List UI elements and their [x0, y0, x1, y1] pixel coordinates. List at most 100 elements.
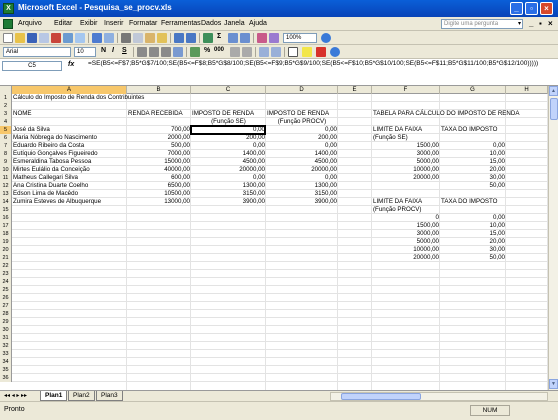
row-header[interactable]: 10 — [0, 166, 12, 174]
row-header[interactable]: 2 — [0, 102, 12, 110]
cell-b14[interactable]: 13000,00 — [127, 198, 191, 206]
cell-a8[interactable]: Eutíquio Gonçalves Figueiredo — [12, 150, 127, 158]
formula-input[interactable]: =SE(B5<=F$7;B5*G$7/100;SE(B5<=F$8;B5*G$8… — [88, 60, 556, 68]
menu-inserir[interactable]: Inserir — [104, 20, 123, 27]
drawing-icon[interactable] — [269, 33, 279, 43]
menu-janela[interactable]: Janela — [224, 20, 245, 27]
row-header[interactable]: 23 — [0, 270, 12, 278]
cell-g16[interactable]: 0,00 — [440, 214, 506, 222]
row-header[interactable]: 5 — [0, 126, 12, 134]
cell-g12[interactable]: 50,00 — [440, 182, 506, 190]
row-header[interactable]: 19 — [0, 238, 12, 246]
row-header[interactable]: 25 — [0, 286, 12, 294]
spelling-icon[interactable] — [92, 33, 102, 43]
increase-decimal-icon[interactable] — [230, 47, 240, 57]
row-header[interactable]: 18 — [0, 230, 12, 238]
cell-a10[interactable]: Mirtes Eulálio da Conceição — [12, 166, 127, 174]
row-header[interactable]: 31 — [0, 334, 12, 342]
cell-f21[interactable]: 20000,00 — [372, 254, 440, 262]
row-header[interactable]: 27 — [0, 302, 12, 310]
column-header-f[interactable]: F — [372, 86, 440, 94]
row-header[interactable]: 8 — [0, 150, 12, 158]
open-icon[interactable] — [15, 33, 25, 43]
percent-icon[interactable]: % — [204, 47, 210, 54]
cell-f14[interactable]: LIMITE DA FAIXA — [372, 198, 440, 206]
cell-f11[interactable]: 20000,00 — [372, 174, 440, 182]
row-header[interactable]: 11 — [0, 174, 12, 182]
cell-a3[interactable]: NOME — [12, 110, 127, 118]
zoom-select[interactable]: 100% — [283, 33, 317, 43]
print-icon[interactable] — [63, 33, 73, 43]
row-header[interactable]: 12 — [0, 182, 12, 190]
column-header-g[interactable]: G — [440, 86, 506, 94]
cell-f16[interactable]: 0 — [372, 214, 440, 222]
cell-c7[interactable]: 0,00 — [191, 142, 266, 150]
cell-g19[interactable]: 20,00 — [440, 238, 506, 246]
vertical-scroll-thumb[interactable] — [550, 98, 558, 120]
hyperlink-icon[interactable] — [203, 33, 213, 43]
underline-button[interactable]: S — [122, 47, 127, 54]
column-header-h[interactable]: H — [506, 86, 548, 94]
cell-d7[interactable]: 0,00 — [266, 142, 338, 150]
cell-c14[interactable]: 3900,00 — [191, 198, 266, 206]
undo-icon[interactable] — [174, 33, 184, 43]
column-header-e[interactable]: E — [338, 86, 372, 94]
cell-g5[interactable]: TAXA DO IMPOSTO — [440, 126, 506, 134]
scroll-up-icon[interactable]: ▲ — [549, 86, 558, 96]
chart-wizard-icon[interactable] — [257, 33, 267, 43]
cell-b8[interactable]: 7000,00 — [127, 150, 191, 158]
align-left-icon[interactable] — [137, 47, 147, 57]
borders-icon[interactable] — [288, 47, 298, 57]
row-header[interactable]: 36 — [0, 374, 12, 382]
sort-descending-icon[interactable] — [240, 33, 250, 43]
column-header-b[interactable]: B — [127, 86, 191, 94]
cell-f3[interactable]: TABELA PARA CÁLCULO DO IMPOSTO DE RENDA — [372, 110, 519, 118]
cell-b3[interactable]: RENDA RECEBIDA — [127, 110, 191, 118]
fill-color-icon[interactable] — [302, 47, 312, 57]
copy-icon[interactable] — [133, 33, 143, 43]
cell-f19[interactable]: 5000,00 — [372, 238, 440, 246]
cell-c10[interactable]: 20000,00 — [191, 166, 266, 174]
cell-c9[interactable]: 4500,00 — [191, 158, 266, 166]
cell-g14[interactable]: TAXA DO IMPOSTO — [440, 198, 506, 206]
align-center-icon[interactable] — [149, 47, 159, 57]
row-header[interactable]: 13 — [0, 190, 12, 198]
bold-button[interactable]: N — [101, 47, 106, 54]
cell-b9[interactable]: 15000,00 — [127, 158, 191, 166]
cell-b5[interactable]: 700,00 — [127, 126, 191, 134]
row-header[interactable]: 32 — [0, 342, 12, 350]
cell-c13[interactable]: 3150,00 — [191, 190, 266, 198]
cell-f9[interactable]: 5000,00 — [372, 158, 440, 166]
row-header[interactable]: 9 — [0, 158, 12, 166]
workbook-icon[interactable] — [3, 19, 13, 29]
horizontal-scrollbar[interactable] — [330, 392, 548, 401]
help-dropdown-icon[interactable]: ▾ — [518, 20, 521, 27]
column-header-d[interactable]: D — [266, 86, 338, 94]
cell-d11[interactable]: 0,00 — [266, 174, 338, 182]
cell-f8[interactable]: 3000,00 — [372, 150, 440, 158]
cell-b10[interactable]: 40000,00 — [127, 166, 191, 174]
permission-icon[interactable] — [39, 33, 49, 43]
menu-ajuda[interactable]: Ajuda — [249, 20, 267, 27]
cell-b6[interactable]: 2000,00 — [127, 134, 191, 142]
sheet-tab-plan3[interactable]: Plan3 — [96, 391, 123, 401]
row-header[interactable]: 30 — [0, 326, 12, 334]
cell-a11[interactable]: Matheus Callegari Silva — [12, 174, 127, 182]
cell-a14[interactable]: Zumira Esteves de Albuquerque — [12, 198, 127, 206]
doc-close-button[interactable]: × — [548, 19, 553, 28]
cell-a13[interactable]: Edson Lima de Macêdo — [12, 190, 127, 198]
row-header[interactable]: 34 — [0, 358, 12, 366]
cell-b11[interactable]: 600,00 — [127, 174, 191, 182]
row-header[interactable]: 35 — [0, 366, 12, 374]
menu-dados[interactable]: Dados — [201, 20, 221, 27]
increase-indent-icon[interactable] — [271, 47, 281, 57]
cell-c8[interactable]: 1400,00 — [191, 150, 266, 158]
vertical-scrollbar[interactable]: ▲ ▼ — [548, 86, 558, 390]
row-header[interactable]: 20 — [0, 246, 12, 254]
research-icon[interactable] — [104, 33, 114, 43]
cell-b12[interactable]: 6500,00 — [127, 182, 191, 190]
currency-icon[interactable] — [190, 47, 200, 57]
cell-d4[interactable]: (Função PROCV) — [266, 118, 338, 126]
paste-icon[interactable] — [145, 33, 155, 43]
row-header[interactable]: 15 — [0, 206, 12, 214]
